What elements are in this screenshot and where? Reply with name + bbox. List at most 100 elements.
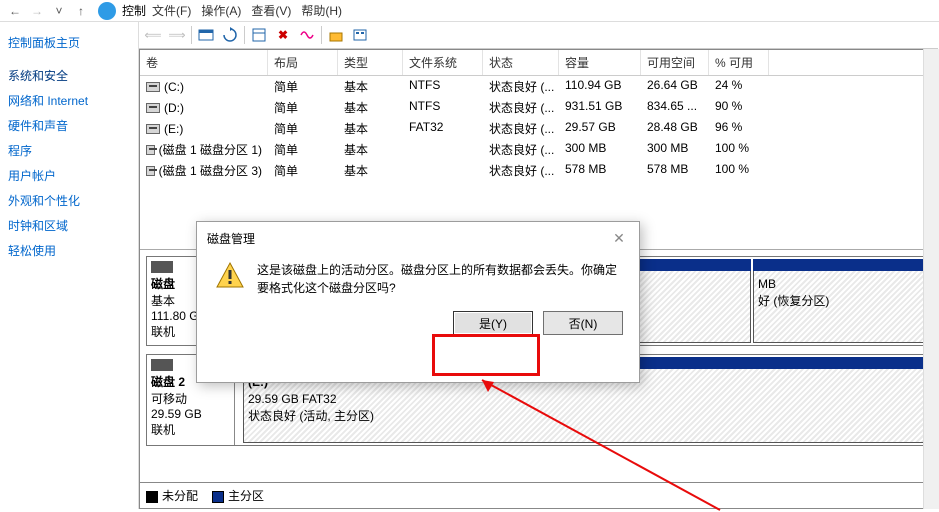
sidebar-item-system[interactable]: 系统和安全 <box>8 63 130 88</box>
table-row[interactable]: (磁盘 1 磁盘分区 1)简单基本状态良好 (...300 MB300 MB10… <box>140 139 938 160</box>
cell-free: 26.64 GB <box>641 76 709 97</box>
cell-status: 状态良好 (... <box>483 118 559 139</box>
no-button[interactable]: 否(N) <box>543 311 623 335</box>
sidebar-item-accounts[interactable]: 用户帐户 <box>8 163 130 188</box>
grid-body: (C:)简单基本NTFS状态良好 (...110.94 GB26.64 GB24… <box>140 76 938 181</box>
scrollbar-vertical[interactable] <box>923 49 939 509</box>
cell-free: 300 MB <box>641 139 709 160</box>
sidebar-item-ease[interactable]: 轻松使用 <box>8 238 130 263</box>
sidebar-item-appearance[interactable]: 外观和个性化 <box>8 188 130 213</box>
refresh-icon[interactable] <box>220 25 240 45</box>
up-dir-button[interactable]: ↑ <box>70 1 92 21</box>
sidebar-item-programs[interactable]: 程序 <box>8 138 130 163</box>
volume-icon <box>146 145 155 155</box>
forward-button[interactable]: → <box>26 1 48 21</box>
fwd-icon[interactable]: ⟹ <box>167 25 187 45</box>
menu-view[interactable]: 查看(V) <box>247 0 295 21</box>
cell-type: 基本 <box>338 160 403 181</box>
yes-button[interactable]: 是(Y) <box>453 311 533 335</box>
cell-free: 28.48 GB <box>641 118 709 139</box>
menu-file[interactable]: 文件(F) <box>148 0 195 21</box>
cell-layout: 简单 <box>268 139 338 160</box>
cell-status: 状态良好 (... <box>483 76 559 97</box>
table-row[interactable]: (C:) 简单基本NTFS状态良好 (...110.94 GB26.64 GB24… <box>140 76 938 97</box>
col-layout[interactable]: 布局 <box>268 50 338 75</box>
cell-pct: 90 % <box>709 97 769 118</box>
sidebar-item-clock[interactable]: 时钟和区域 <box>8 213 130 238</box>
close-icon[interactable]: ✕ <box>609 230 629 247</box>
cell-name: (C:) <box>164 80 184 94</box>
grid-header: 卷 布局 类型 文件系统 状态 容量 可用空间 % 可用 <box>140 50 938 76</box>
disk2-type: 可移动 <box>151 390 230 407</box>
cell-pct: 96 % <box>709 118 769 139</box>
sidebar-item-home[interactable]: 控制面板主页 <box>8 30 130 55</box>
toolbar: ⟸ ⟹ ✖ <box>139 21 938 49</box>
cell-name: (磁盘 1 磁盘分区 1) <box>159 141 262 158</box>
cell-fs <box>403 139 483 160</box>
cell-fs: NTFS <box>403 76 483 97</box>
sidebar: 控制面板主页 系统和安全 网络和 Internet 硬件和声音 程序 用户帐户 … <box>0 22 139 509</box>
tb-icon-6[interactable] <box>326 25 346 45</box>
cell-status: 状态良好 (... <box>483 160 559 181</box>
delete-icon[interactable]: ✖ <box>273 25 293 45</box>
tb-icon-7[interactable] <box>350 25 370 45</box>
cell-fs <box>403 160 483 181</box>
back-icon[interactable]: ⟸ <box>143 25 163 45</box>
cell-fs: NTFS <box>403 97 483 118</box>
cell-type: 基本 <box>338 118 403 139</box>
cell-layout: 简单 <box>268 160 338 181</box>
col-pct[interactable]: % 可用 <box>709 50 769 75</box>
menu-help[interactable]: 帮助(H) <box>297 0 346 21</box>
volume-icon <box>146 103 160 113</box>
disk0-vol-2[interactable]: MB 好 (恢复分区) <box>753 259 929 343</box>
disk-icon <box>151 359 173 371</box>
table-row[interactable]: (D:)简单基本NTFS状态良好 (...931.51 GB834.65 ...… <box>140 97 938 118</box>
disk0-vol2-status: 好 (恢复分区) <box>758 293 924 310</box>
cell-fs: FAT32 <box>403 118 483 139</box>
dialog-title: 磁盘管理 <box>207 230 255 247</box>
col-volume[interactable]: 卷 <box>140 50 268 75</box>
disk2-vol-cap: 29.59 GB FAT32 <box>248 391 924 408</box>
tb-icon-3[interactable] <box>249 25 269 45</box>
volume-icon <box>146 166 155 176</box>
cell-name: (E:) <box>164 122 183 136</box>
cell-size: 110.94 GB <box>559 76 641 97</box>
format-confirm-dialog: 磁盘管理 ✕ 这是该磁盘上的活动分区。磁盘分区上的所有数据都会丢失。你确定要格式… <box>196 221 640 383</box>
disk0-vol2-cap: MB <box>758 276 924 293</box>
cell-layout: 简单 <box>268 76 338 97</box>
cell-size: 578 MB <box>559 160 641 181</box>
disk2-size: 29.59 GB <box>151 407 230 421</box>
table-row[interactable]: (E:) 简单基本FAT32状态良好 (...29.57 GB28.48 GB96… <box>140 118 938 139</box>
menu-bar: 文件(F) 操作(A) 查看(V) 帮助(H) <box>144 0 350 20</box>
cell-pct: 24 % <box>709 76 769 97</box>
volume-grid: 卷 布局 类型 文件系统 状态 容量 可用空间 % 可用 (C:)简单基本NTF… <box>140 50 938 250</box>
cell-type: 基本 <box>338 97 403 118</box>
cell-type: 基本 <box>338 139 403 160</box>
location-text: 控制 <box>122 2 146 19</box>
back-button[interactable]: ← <box>4 1 26 21</box>
address-bar: ← → ˅ ↑ 控制 <box>0 0 939 22</box>
col-type[interactable]: 类型 <box>338 50 403 75</box>
tb-icon-1[interactable] <box>196 25 216 45</box>
cell-size: 300 MB <box>559 139 641 160</box>
col-size[interactable]: 容量 <box>559 50 641 75</box>
cell-size: 931.51 GB <box>559 97 641 118</box>
col-status[interactable]: 状态 <box>483 50 559 75</box>
table-row[interactable]: (磁盘 1 磁盘分区 3)简单基本状态良好 (...578 MB578 MB10… <box>140 160 938 181</box>
sidebar-item-network[interactable]: 网络和 Internet <box>8 88 130 113</box>
cell-size: 29.57 GB <box>559 118 641 139</box>
cell-type: 基本 <box>338 76 403 97</box>
cell-free: 578 MB <box>641 160 709 181</box>
cell-layout: 简单 <box>268 118 338 139</box>
volume-icon <box>146 124 160 134</box>
up-button[interactable]: ˅ <box>48 1 70 21</box>
dialog-message: 这是该磁盘上的活动分区。磁盘分区上的所有数据都会丢失。你确定要格式化这个磁盘分区… <box>257 261 623 297</box>
disk2-status: 联机 <box>151 421 230 438</box>
cell-free: 834.65 ... <box>641 97 709 118</box>
col-free[interactable]: 可用空间 <box>641 50 709 75</box>
menu-action[interactable]: 操作(A) <box>197 0 245 21</box>
tb-icon-5[interactable] <box>297 25 317 45</box>
sidebar-item-hardware[interactable]: 硬件和声音 <box>8 113 130 138</box>
cell-pct: 100 % <box>709 160 769 181</box>
col-fs[interactable]: 文件系统 <box>403 50 483 75</box>
